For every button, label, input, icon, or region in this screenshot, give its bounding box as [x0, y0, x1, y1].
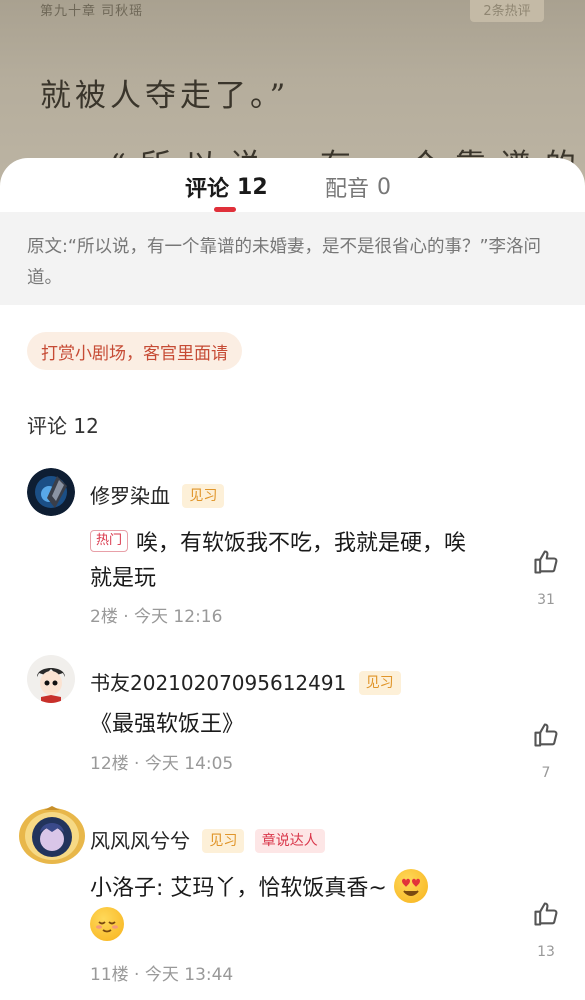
comment-text: 小洛子: 艾玛丫，恰软饭真香~ — [90, 869, 480, 944]
comment-text: 热门 唉，有软饭我不吃，我就是硬，唉就是玩 — [90, 526, 480, 596]
hot-comments-badge[interactable]: 2条热评 — [470, 0, 544, 22]
comments-sheet: 评论 12 配音 0 原文:“所以说，有一个靠谱的未婚妻，是不是很省心的事？”李… — [0, 158, 585, 1000]
tab-comments[interactable]: 评论 12 — [185, 171, 268, 203]
thumbs-up-icon — [534, 902, 558, 926]
tab-dubbing[interactable]: 配音 0 — [325, 171, 391, 203]
level-badge: 见习 — [202, 828, 245, 853]
chapter-title: 第九十章 司秋瑶 — [40, 4, 144, 19]
tab-count: 12 — [237, 174, 268, 200]
like-count: 31 — [537, 592, 555, 608]
avatar[interactable] — [27, 655, 75, 703]
like-count: 7 — [541, 765, 551, 781]
comment-body: 小洛子: 艾玛丫，恰软饭真香~ — [90, 876, 387, 901]
avatar-with-frame[interactable] — [18, 806, 86, 866]
tab-label: 评论 — [185, 177, 230, 202]
original-text-quote: 原文:“所以说，有一个靠谱的未婚妻，是不是很省心的事？”李洛问道。 — [0, 212, 585, 305]
smiling-emoji-icon — [90, 907, 124, 941]
like-button[interactable]: 31 — [528, 548, 564, 608]
username-text: 风风风兮兮 — [90, 829, 190, 853]
heart-eyes-emoji-icon — [393, 869, 428, 903]
avatar[interactable] — [27, 468, 75, 516]
username-text: 书友20210207095612491 — [90, 671, 347, 695]
username[interactable]: 风风风兮兮 见习 章说达人 — [90, 825, 325, 855]
like-count: 13 — [537, 944, 555, 960]
comment-meta: 11楼 · 今天 13:44 — [90, 965, 234, 985]
like-button[interactable]: 13 — [528, 900, 564, 960]
book-text-line: 就被人夺走了。” — [40, 78, 290, 114]
comment-body: 唉，有软饭我不吃，我就是硬，唉就是玩 — [90, 531, 467, 591]
hot-tag: 热门 — [90, 530, 129, 552]
level-badge: 见习 — [182, 483, 225, 508]
level-badge: 见习 — [358, 670, 401, 695]
tab-count: 0 — [377, 174, 392, 200]
thumbs-up-icon — [534, 723, 558, 747]
thumbs-up-icon — [534, 550, 558, 574]
tab-bar: 评论 12 配音 0 — [0, 158, 585, 212]
reward-theater-button[interactable]: 打赏小剧场，客官里面请 — [27, 332, 242, 370]
tab-label: 配音 — [325, 177, 370, 202]
username-text: 修罗染血 — [90, 484, 170, 508]
username[interactable]: 修罗染血 见习 — [90, 480, 225, 510]
comment-text: 《最强软饭王》 — [90, 712, 245, 737]
comment-meta: 12楼 · 今天 14:05 — [90, 754, 234, 774]
comments-section-title: 评论 12 — [27, 414, 99, 438]
comment-meta: 2楼 · 今天 12:16 — [90, 607, 223, 627]
talent-badge: 章说达人 — [254, 828, 325, 853]
like-button[interactable]: 7 — [528, 721, 564, 781]
username[interactable]: 书友20210207095612491 见习 — [90, 667, 401, 697]
